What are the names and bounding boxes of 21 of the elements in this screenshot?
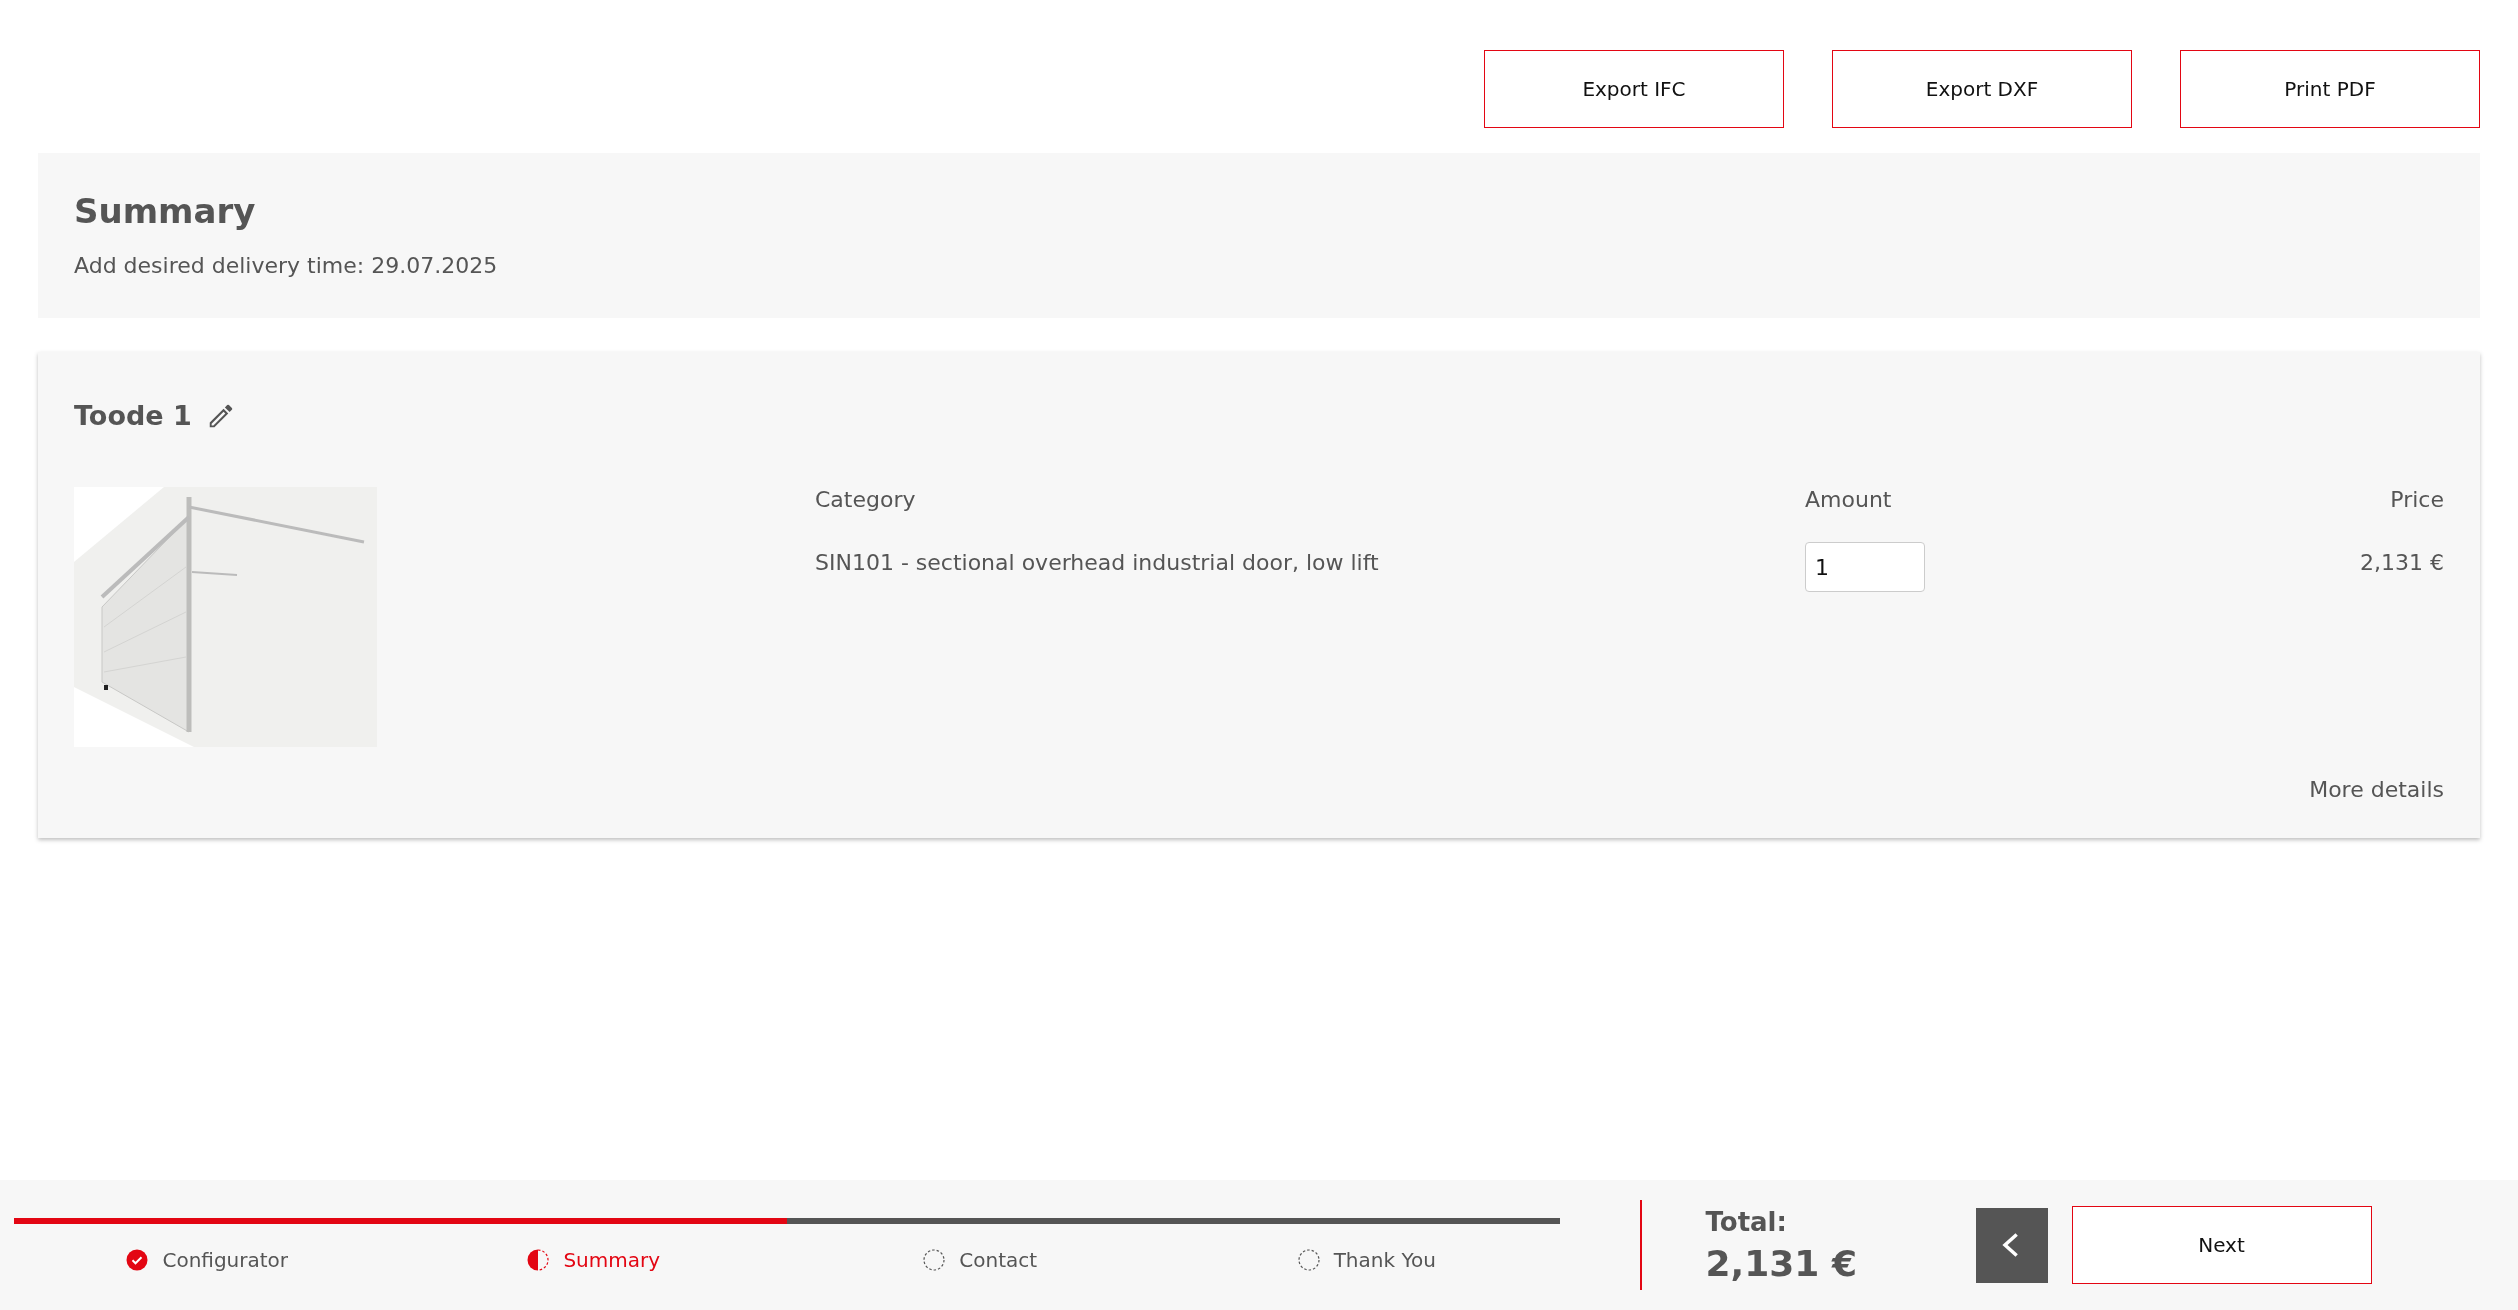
step-label[interactable]: Contact <box>959 1248 1038 1272</box>
step-label[interactable]: Summary <box>563 1248 661 1272</box>
export-button[interactable]: Export DXF <box>1832 50 2132 128</box>
step-label[interactable]: Thank You <box>1333 1248 1436 1272</box>
total-label: Total: <box>1705 1206 1788 1237</box>
summary-title: Summary <box>74 191 257 231</box>
price-header: Price <box>2390 487 2444 512</box>
more-details-link[interactable]: More details <box>2309 777 2444 802</box>
category-header: Category <box>815 487 917 512</box>
price-value: 2,131 € <box>2360 550 2444 575</box>
product-name: Toode 1 <box>74 400 192 431</box>
export-button[interactable]: Print PDF <box>2180 50 2480 128</box>
amount-header: Amount <box>1805 487 1893 512</box>
next-button[interactable]: Next <box>2071 1206 2372 1284</box>
delivery-time-text: Add desired delivery time: 29.07.2025 <box>74 253 499 278</box>
step-label[interactable]: Configurator <box>162 1248 289 1272</box>
export-button[interactable]: Export IFC <box>1484 50 1784 128</box>
back-button[interactable] <box>1975 1207 2048 1283</box>
total-value: 2,131 € <box>1705 1242 1858 1284</box>
category-value: SIN101 - sectional overhead industrial door, low lift <box>815 550 1380 575</box>
amount-field[interactable]: 1 <box>1805 542 1925 592</box>
